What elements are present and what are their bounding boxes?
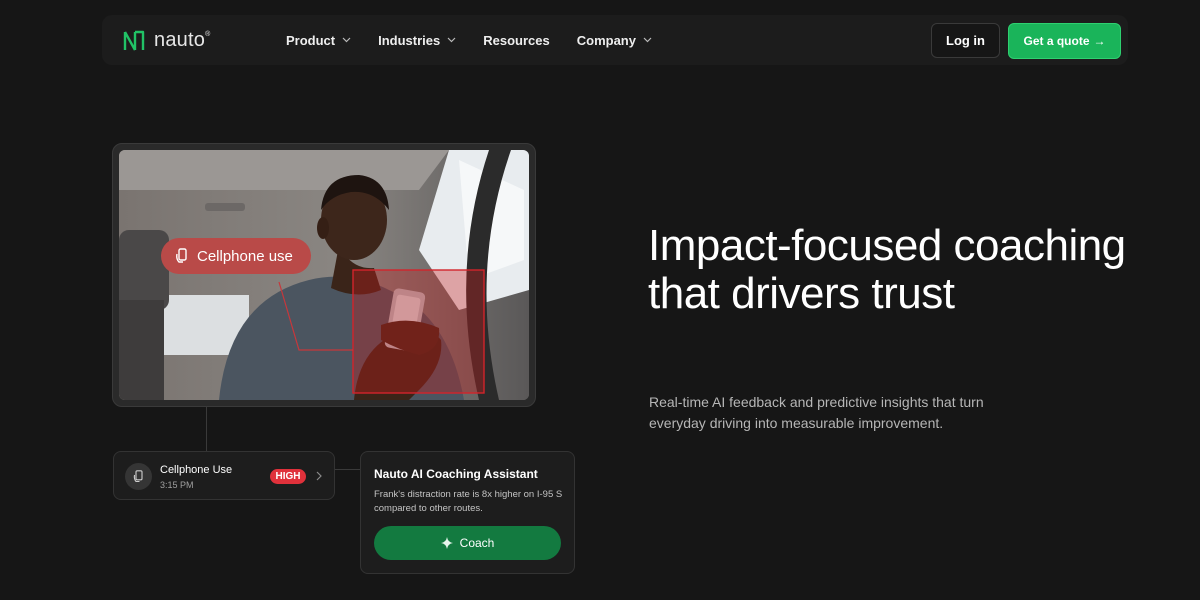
nav-company[interactable]: Company: [577, 33, 652, 48]
ai-coaching-card: Nauto AI Coaching Assistant Frank's dist…: [360, 451, 575, 574]
severity-badge: HIGH: [270, 469, 306, 484]
get-quote-button-label: Get a quote: [1023, 34, 1090, 48]
chevron-down-icon: [447, 37, 456, 43]
driver-illustration: [119, 150, 529, 400]
sparkle-icon: [440, 537, 453, 549]
nav-industries-label: Industries: [378, 32, 441, 48]
ai-card-message: Frank's distraction rate is 8x higher on…: [374, 489, 563, 514]
chevron-down-icon: [643, 37, 652, 43]
severity-badge-label: HIGH: [275, 471, 301, 482]
nav-links: Product Industries Resources Company: [286, 15, 679, 65]
connector-vertical: [206, 407, 207, 451]
nav-product-label: Product: [286, 32, 336, 48]
nav-product[interactable]: Product: [286, 33, 351, 48]
logo[interactable]: nauto®: [122, 29, 210, 52]
event-title: Cellphone Use: [160, 464, 233, 476]
top-nav: nauto® Product Industries Resources Comp…: [102, 15, 1128, 65]
nav-resources[interactable]: Resources: [483, 33, 549, 48]
driver-camera-frame: [112, 143, 536, 407]
get-quote-button[interactable]: Get a quote →: [1008, 23, 1121, 59]
connector-horizontal: [335, 469, 361, 470]
chevron-right-icon: [316, 471, 322, 481]
detection-label-pill: Cellphone use: [161, 238, 311, 274]
hero-subtitle: Real-time AI feedback and predictive ins…: [649, 394, 984, 431]
driver-camera-video: [119, 150, 529, 400]
coach-button-label: Coach: [459, 536, 495, 550]
login-button-label: Log in: [946, 33, 985, 48]
nav-company-label: Company: [576, 32, 636, 48]
arrow-right-icon: →: [1093, 34, 1106, 48]
hero-title: Impact-focused coaching that drivers tru…: [648, 221, 1126, 318]
logo-trademark: ®: [205, 31, 211, 38]
nauto-logo-icon: [123, 30, 145, 51]
login-button[interactable]: Log in: [931, 23, 1000, 58]
coach-button[interactable]: Coach: [374, 526, 561, 560]
ai-card-title: Nauto AI Coaching Assistant: [374, 467, 538, 481]
event-time: 3:15 PM: [160, 480, 194, 490]
nav-industries[interactable]: Industries: [378, 33, 456, 48]
phone-hand-icon: [176, 248, 187, 263]
nav-resources-label: Resources: [483, 32, 550, 48]
detection-label: Cellphone use: [197, 247, 293, 265]
logo-text: nauto: [154, 29, 206, 51]
event-card[interactable]: Cellphone Use 3:15 PM HIGH: [113, 451, 335, 500]
phone-hand-icon: [133, 470, 143, 483]
event-icon: [125, 463, 152, 490]
chevron-down-icon: [342, 37, 351, 43]
